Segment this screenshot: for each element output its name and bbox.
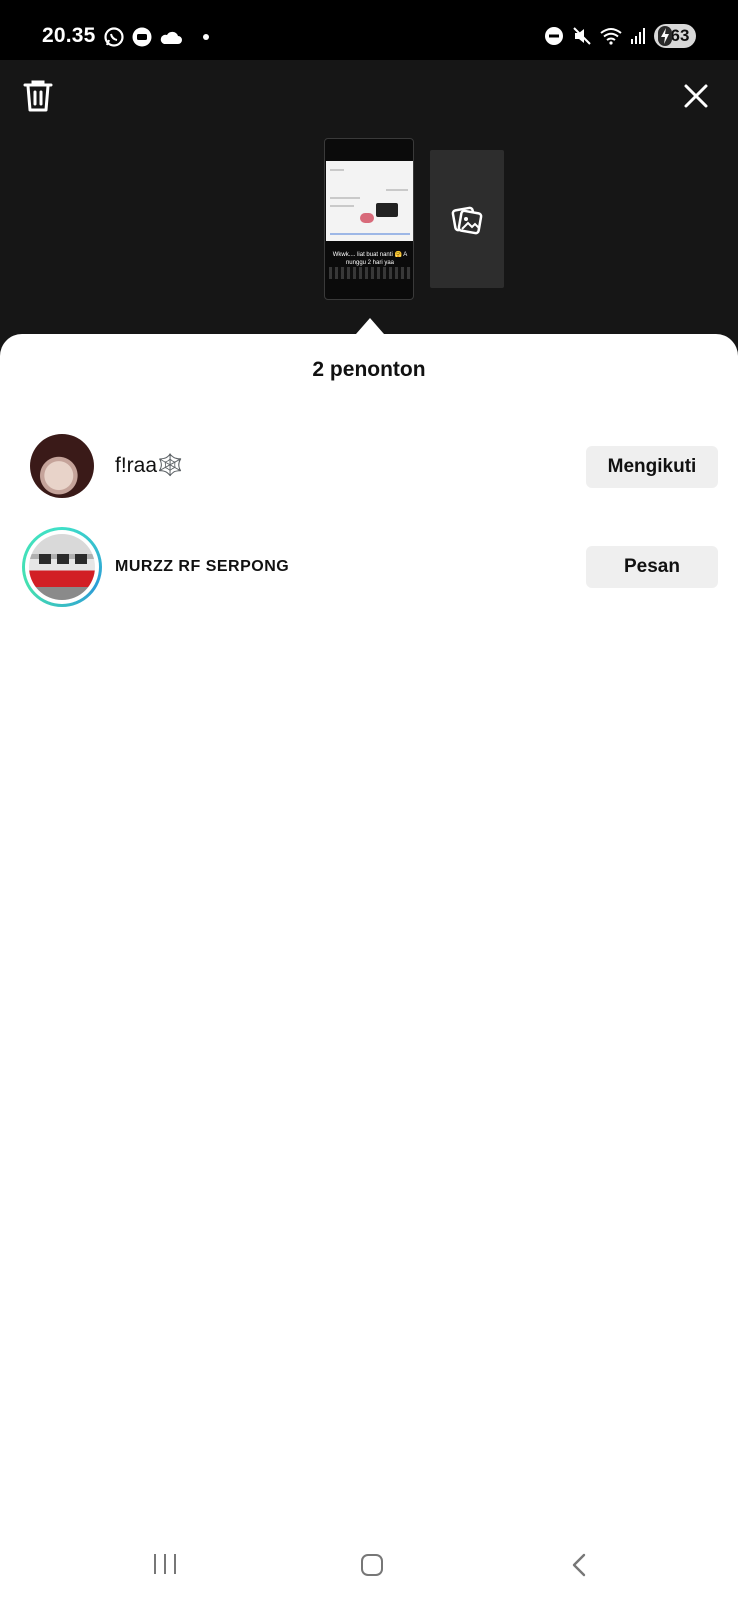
story-thumbnail-overlay	[329, 267, 411, 279]
whatsapp-icon	[104, 27, 124, 47]
system-nav-bar	[0, 1530, 738, 1600]
chat-bubble-icon	[132, 27, 152, 47]
image-gallery-icon	[451, 206, 483, 235]
status-left-icons	[103, 26, 209, 48]
following-button[interactable]: Mengikuti	[586, 446, 718, 488]
signal-icon	[631, 28, 645, 44]
status-time: 20.35	[42, 24, 96, 47]
avatar	[29, 534, 95, 600]
battery-level: 63	[670, 26, 690, 45]
story-thumbnail-selected[interactable]: Wkwk.... liat buat nanti 🤗 A nunggu 2 ha…	[324, 138, 414, 300]
battery-indicator: 63	[654, 24, 696, 48]
recents-icon[interactable]	[154, 1554, 176, 1576]
story-thumbnail-caption: Wkwk.... liat buat nanti 🤗 A nunggu 2 ha…	[332, 252, 408, 266]
back-icon[interactable]	[568, 1552, 592, 1578]
viewer-name[interactable]: MURZZ RF SERPONG	[115, 558, 289, 576]
dot-icon	[203, 34, 209, 40]
story-thumbnail-image	[326, 161, 413, 241]
avatar-story-ring[interactable]	[22, 527, 102, 607]
close-icon[interactable]	[680, 80, 712, 112]
home-icon[interactable]	[361, 1554, 383, 1576]
status-bar: 20.35 63	[0, 0, 738, 60]
do-not-disturb-icon	[545, 27, 563, 45]
selection-pointer	[356, 318, 384, 334]
viewers-count-title: 2 penonton	[312, 358, 426, 381]
mute-vibrate-icon	[573, 27, 591, 45]
trash-icon[interactable]	[22, 78, 54, 114]
add-story-media-button[interactable]	[430, 150, 504, 288]
status-right-icons: 63	[544, 24, 696, 48]
story-viewer-header: Wkwk.... liat buat nanti 🤗 A nunggu 2 ha…	[0, 60, 738, 350]
viewers-sheet: 2 penonton f!raa🕸️ Mengikuti MURZZ RF SE…	[0, 334, 738, 1600]
avatar[interactable]	[30, 434, 94, 498]
message-button[interactable]: Pesan	[586, 546, 718, 588]
charging-bolt-icon	[658, 26, 672, 46]
cloud-icon	[160, 31, 182, 44]
viewer-name[interactable]: f!raa🕸️	[115, 454, 183, 478]
viewer-row[interactable]: MURZZ RF SERPONG Pesan	[0, 522, 738, 612]
viewer-row[interactable]: f!raa🕸️ Mengikuti	[0, 422, 738, 512]
wifi-icon	[600, 28, 622, 45]
